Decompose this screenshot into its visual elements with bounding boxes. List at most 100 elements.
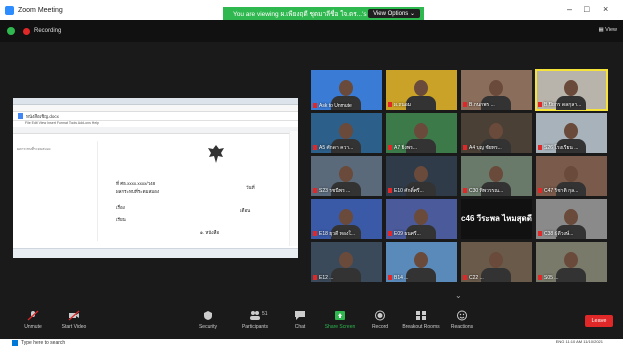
tray-time: ENG 11:10 AM bbox=[555, 339, 583, 344]
participant-tile[interactable]: ผ.ถนอม bbox=[386, 70, 457, 110]
participant-tile[interactable]: E09 ธนศรี... bbox=[386, 199, 457, 239]
windows-start-icon[interactable] bbox=[12, 340, 18, 346]
record-button[interactable]: Record bbox=[368, 310, 392, 330]
browser-tabs[interactable] bbox=[13, 98, 298, 105]
participant-name-text: C30 ทิพวรรณ... bbox=[469, 188, 504, 194]
participant-face bbox=[489, 123, 503, 139]
participant-tile[interactable]: c46 วีระพล ไหมสุดดี bbox=[461, 199, 532, 239]
participant-name: C38 ผู้ดีวงษ์... bbox=[538, 230, 573, 238]
share-screen-label: Share Screen bbox=[324, 324, 356, 330]
participants-label: Participants bbox=[241, 324, 269, 330]
view-options-button[interactable]: View Options ⌄ bbox=[368, 9, 420, 18]
participant-tile[interactable]: B.ปิยกร ดลกุลา... bbox=[535, 69, 608, 111]
share-screen-icon bbox=[335, 311, 345, 320]
participant-tile[interactable]: E12 ... bbox=[311, 242, 382, 282]
participant-name: A7 ยิ่งพร... bbox=[388, 144, 417, 152]
participant-name-text: E09 ธนศรี... bbox=[394, 231, 421, 237]
garuda-emblem-icon bbox=[208, 145, 224, 163]
participant-body bbox=[406, 268, 436, 282]
doc-side-panel[interactable] bbox=[289, 131, 298, 246]
participant-name-text: S26 โรงเรียน ... bbox=[544, 145, 579, 151]
participant-name: B.กนกพร ... bbox=[463, 101, 495, 109]
participant-tile[interactable]: C22 ... bbox=[461, 242, 532, 282]
participant-name: E09 ธนศรี... bbox=[388, 230, 421, 238]
participant-name-text: ผ.ถนอม bbox=[394, 102, 412, 108]
chat-label: Chat bbox=[294, 324, 306, 330]
doc-line: เดือน bbox=[240, 208, 251, 213]
participant-name-text: S05 ... bbox=[544, 275, 559, 281]
participant-tile[interactable]: B14 ... bbox=[386, 242, 457, 282]
browser-url-bar[interactable] bbox=[13, 105, 298, 112]
participant-name: S05 ... bbox=[538, 275, 558, 281]
participant-tile[interactable]: B.กนกพร ... bbox=[461, 70, 532, 110]
view-button[interactable]: ▦ View bbox=[598, 27, 617, 33]
taskbar-search-input[interactable]: Type here to search bbox=[21, 340, 65, 346]
start-video-button[interactable]: Start Video bbox=[58, 310, 90, 330]
leave-button[interactable]: Leave bbox=[585, 315, 613, 327]
video-off-icon bbox=[68, 310, 80, 321]
participant-tile[interactable]: C30 ทิพวรรณ... bbox=[461, 156, 532, 196]
share-screen-button[interactable]: Share Screen bbox=[323, 310, 357, 330]
participant-name: ผ.ถนอม bbox=[388, 101, 411, 109]
doc-toolbar bbox=[13, 127, 298, 134]
participant-tile[interactable]: S26 โรงเรียน ... bbox=[536, 113, 607, 153]
participant-face bbox=[564, 209, 578, 225]
security-button[interactable]: Security bbox=[195, 310, 221, 330]
participant-face bbox=[339, 166, 353, 182]
shield-icon[interactable] bbox=[7, 27, 15, 35]
participant-tile[interactable]: C38 ผู้ดีวงษ์... bbox=[536, 199, 607, 239]
docs-icon bbox=[18, 113, 23, 119]
participant-name-text: A4 บุญ ชัยทร... bbox=[469, 145, 502, 151]
close-button[interactable]: × bbox=[603, 4, 608, 14]
participant-name: S26 โรงเรียน ... bbox=[538, 144, 578, 152]
doc-line: วันที่ bbox=[246, 185, 255, 190]
participant-tile[interactable]: S23 รชนีพร ... bbox=[311, 156, 382, 196]
mic-muted-icon bbox=[313, 188, 317, 194]
breakout-rooms-button[interactable]: Breakout Rooms bbox=[400, 310, 442, 330]
participant-name: C47 ริชาติ กุล... bbox=[538, 187, 578, 195]
doc-line: ๑. หนังสือ bbox=[200, 230, 220, 235]
recording-label: Recording bbox=[34, 28, 62, 34]
chat-button[interactable]: Chat bbox=[290, 310, 310, 330]
participant-name-text: C38 ผู้ดีวงษ์... bbox=[544, 231, 574, 237]
mic-muted-icon bbox=[388, 231, 392, 237]
reactions-button[interactable]: Reactions bbox=[448, 310, 476, 330]
participant-name-text: B.ปิยกร ดลกุลา... bbox=[544, 102, 582, 108]
tray-date: 11/10/2021 bbox=[583, 339, 603, 344]
doc-header: หนังสือเชิญ.docx bbox=[13, 112, 298, 121]
mic-muted-icon bbox=[388, 275, 392, 281]
system-tray: ENG 11:10 AM 11/10/2021 bbox=[556, 339, 603, 344]
participant-face bbox=[564, 80, 578, 96]
unmute-label: Unmute bbox=[24, 324, 42, 330]
mic-muted-icon bbox=[463, 102, 467, 108]
maximize-button[interactable]: □ bbox=[584, 4, 589, 14]
breakout-label: Breakout Rooms bbox=[402, 324, 440, 330]
doc-name: หนังสือเชิญ.docx bbox=[26, 113, 59, 119]
participant-name: B.ปิยกร ดลกุลา... bbox=[538, 101, 581, 109]
participant-name-text: Ask to Unmute bbox=[319, 103, 352, 109]
participant-name: E12 ... bbox=[313, 275, 333, 281]
doc-line: ผลกระทบที่ระดมสมอง bbox=[116, 189, 160, 194]
participant-tile[interactable]: E10 ศักดิ์ศรี... bbox=[386, 156, 457, 196]
participant-name: E10 ศักดิ์ศรี... bbox=[388, 187, 424, 195]
unmute-button[interactable]: Unmute bbox=[18, 310, 48, 330]
participant-tile[interactable]: S05 ... bbox=[536, 242, 607, 282]
record-label: Record bbox=[371, 324, 389, 330]
participant-name-text: B14 ... bbox=[394, 275, 409, 281]
participant-name-text: C22 ... bbox=[469, 275, 484, 281]
participant-tile[interactable]: A7 ยิ่งพร... bbox=[386, 113, 457, 153]
participant-tile[interactable]: C47 ริชาติ กุล... bbox=[536, 156, 607, 196]
participant-face bbox=[339, 252, 353, 268]
mic-muted-icon bbox=[538, 145, 542, 151]
participant-tile[interactable]: A4 บุญ ชัยทร... bbox=[461, 113, 532, 153]
participant-tile[interactable]: E18 ยุวดี ทองใ... bbox=[311, 199, 382, 239]
breakout-rooms-icon bbox=[416, 311, 426, 320]
participant-face bbox=[414, 80, 428, 96]
minimize-button[interactable]: – bbox=[567, 4, 572, 14]
participant-face bbox=[414, 209, 428, 225]
chevron-down-icon[interactable]: ⌄ bbox=[455, 291, 462, 300]
participant-tile[interactable]: Ask to Unmute bbox=[311, 70, 382, 110]
participant-tile[interactable]: A5 ศักดา ควา... bbox=[311, 113, 382, 153]
participant-big-name: c46 วีระพล ไหมสุดดี bbox=[461, 214, 532, 223]
record-icon bbox=[375, 310, 385, 321]
